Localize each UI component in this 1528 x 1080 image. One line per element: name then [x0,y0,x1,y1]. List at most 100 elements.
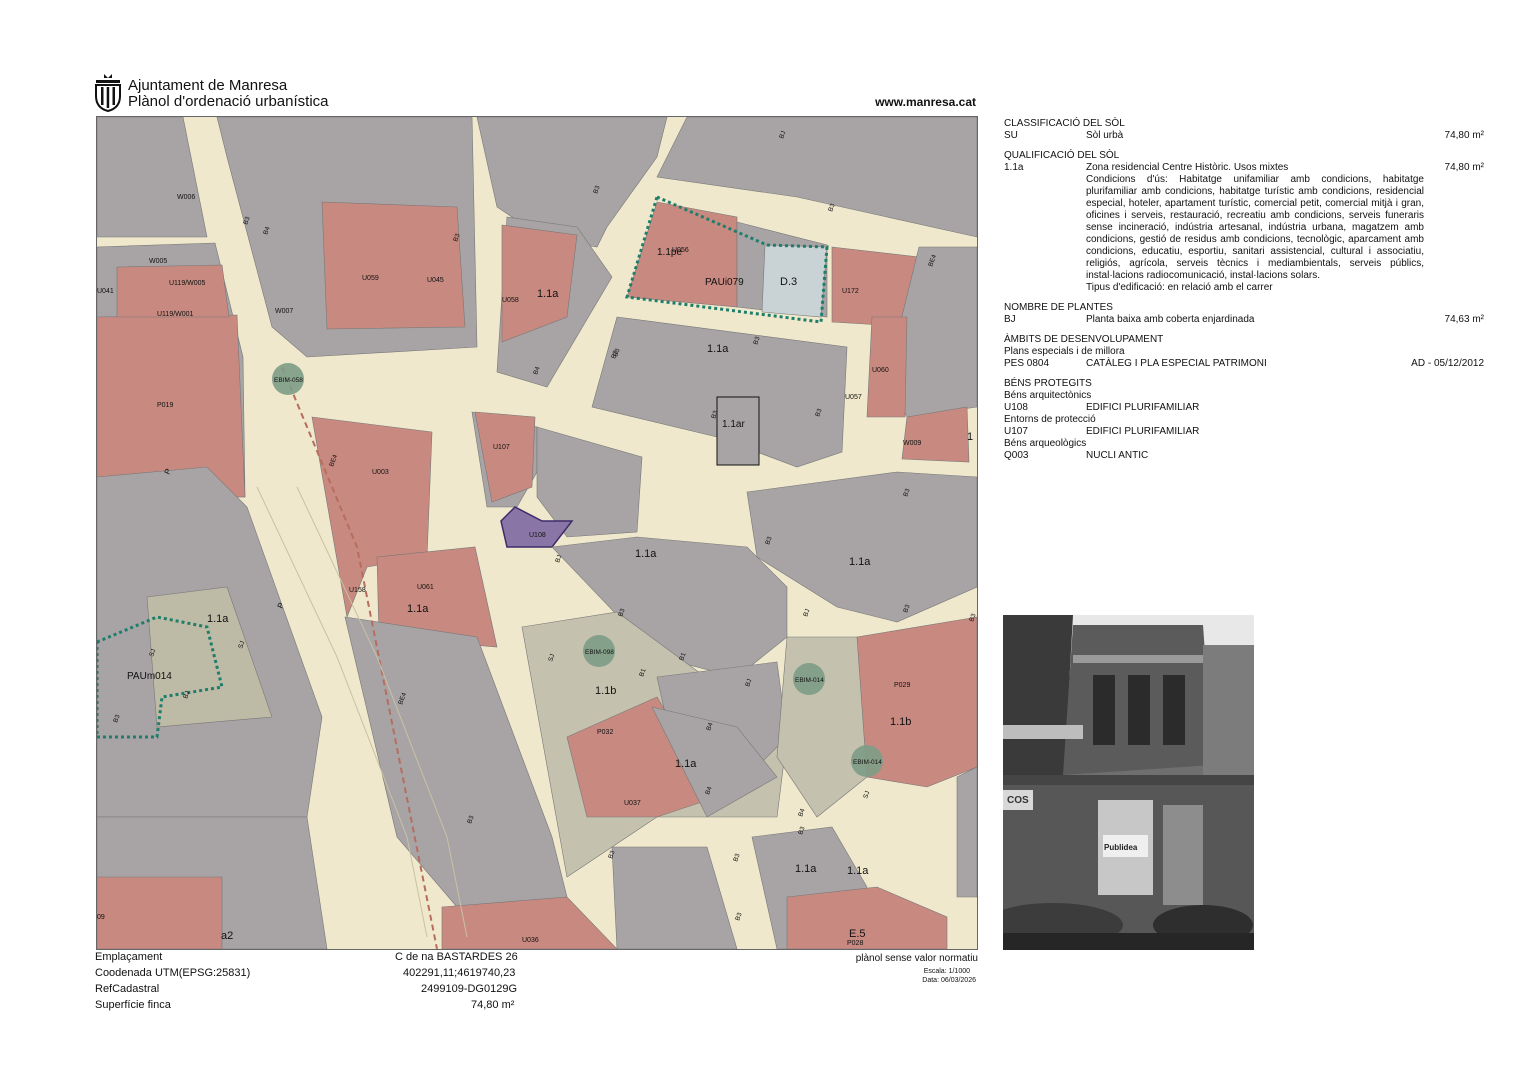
protected-building [321,201,466,330]
parcel-code: U158 [349,587,366,594]
description: Planta baixa amb coberta enjardinada [1086,314,1255,325]
equipment-label: EBIM-014 [795,677,824,684]
parcel-code: U036 [522,937,539,944]
section-title: QUALIFICACIÓ DEL SÒL [1004,150,1120,161]
code: PES 0804 [1004,358,1050,369]
zone-label: 1 [967,431,973,443]
edification-type: Tipus d'edificació: en relació amb el ca… [1086,282,1273,293]
zone-label: 1.1a [635,548,657,560]
city-seal-icon [95,74,121,112]
zone-label: 1.1b [890,716,911,728]
zone-label: E.5 [849,928,866,940]
zone-label: a2 [221,930,233,942]
plan-title: Plànol d'ordenació urbanística [128,93,329,110]
website-link[interactable]: www.manresa.cat [875,95,976,109]
zone-label: 1.1a [795,863,817,875]
protected-building [116,264,230,318]
parcel-code: U057 [845,394,862,401]
equipment-label: EBIM-098 [585,649,614,656]
disclaimer: plànol sense valor normatiu [855,953,978,964]
parcel-code: W007 [275,308,293,315]
area-value: 74,63 m² [1444,314,1484,325]
urban-planning-map[interactable]: EBIM-058 EBIM-098 EBIM-014 EBIM-014 1.1pe 1.… [96,116,978,950]
parcel-code: U041 [97,288,114,295]
description: CATÀLEG I PLA ESPECIAL PATRIMONI [1086,358,1267,369]
protected-building [97,876,223,949]
parcel-code: W009 [903,440,921,447]
header: Ajuntament de Manresa Plànol d'ordenació… [92,72,982,112]
org-name: Ajuntament de Manresa [128,77,288,94]
equipment-label: EBIM-058 [274,377,303,384]
group-subtitle: Béns arquitectònics [1004,390,1092,401]
footer-value-utm: 402291,11;4619740,23 [403,967,516,979]
protected-building [956,766,977,898]
zone-label: 1.1a [847,865,869,877]
photo-sign-publidea: Publidea [1104,843,1138,852]
area-value: 74,80 m² [1444,130,1484,141]
map-canvas[interactable]: EBIM-058EBIM-098EBIM-014EBIM-014 1.1pe1.… [97,117,977,949]
section-ambits: ÀMBITS DE DESENVOLUPAMENT Plans especial… [1004,334,1484,370]
building-photo: COS Publidea [1003,615,1254,950]
footer-value-location: C de na BASTARDES 26 [395,951,518,963]
description: EDIFICI PLURIFAMILIAR [1086,402,1200,413]
description: Zona residencial Centre Històric. Usos m… [1086,162,1289,173]
parcel-code: P028 [847,940,863,947]
section-plantes: NOMBRE DE PLANTES BJ Planta baixa amb co… [1004,302,1484,326]
parcel-code: U060 [872,367,889,374]
area-value: 74,80 m² [1444,162,1484,173]
scale: Escala: 1/1000 [923,968,970,975]
section-title: BÉNS PROTEGITS [1004,378,1092,389]
group-subtitle: Entorns de protecció [1004,414,1096,425]
info-panel: CLASSIFICACIÓ DEL SÒL SU Sòl urbà 74,80 … [1004,118,1484,470]
parcel-code: U056 [672,247,689,254]
zone-label: 1.1a [849,556,871,568]
section-bens: BÉNS PROTEGITS Béns arquitectònics U108 … [1004,378,1484,462]
section-title: NOMBRE DE PLANTES [1004,302,1113,313]
footer-label-cadastral: RefCadastral [95,983,160,995]
zone-label: 1.1b [595,685,616,697]
use-conditions: Condicions d'ús: Habitatge unifamiliar a… [1086,174,1424,281]
code: SU [1004,130,1018,141]
description: NUCLI ANTIC [1086,450,1149,461]
parcel-code: P019 [157,402,173,409]
section-title: CLASSIFICACIÓ DEL SÒL [1004,118,1125,129]
equipment-label: EBIM-014 [853,759,882,766]
parcel-code: U107 [493,444,510,451]
parcel-code: W005 [149,258,167,265]
approval-date: AD - 05/12/2012 [1411,358,1484,369]
section-classificacio: CLASSIFICACIÓ DEL SÒL SU Sòl urbà 74,80 … [1004,118,1484,142]
footer-value-cadastral: 2499109-DG0129G [421,983,518,995]
footer-value-area: 74,80 m² [471,999,515,1011]
zone-label: PAUm014 [127,671,172,682]
footer-label-location: Emplaçament [95,951,163,963]
zone-label: D.3 [780,276,797,288]
code: 1.1a [1004,162,1024,173]
parcel-code: P029 [894,682,910,689]
parcel-code: U058 [502,297,519,304]
code: U108 [1004,402,1028,413]
parcel-code: 09 [97,914,105,921]
parcel-code: U119/W005 [169,280,206,287]
section-title: ÀMBITS DE DESENVOLUPAMENT [1004,334,1164,345]
footer-label-utm: Coodenada UTM(EPSG:25831) [95,967,251,979]
parcel-code: W006 [177,194,195,201]
photo-sign-cos: COS [1007,795,1029,806]
zone-label: 1.1a [207,613,229,625]
parcel-code: U037 [624,800,641,807]
section-qualificacio: QUALIFICACIÓ DEL SÒL 1.1a Zona residenci… [1004,150,1484,294]
zone-label: PAUi079 [705,277,744,288]
zone-label: 1.1a [675,758,697,770]
code: BJ [1004,314,1016,325]
description: Sòl urbà [1086,130,1124,141]
zone-label: 1.1a [407,603,429,615]
parcel-code: U108 [529,532,546,539]
parcel-code: U119/W001 [157,311,194,318]
footer: Emplaçament C de na BASTARDES 26 Coodena… [95,951,980,1021]
parcel-code: U172 [842,288,859,295]
zone-label: 1.1a [537,288,559,300]
date: Data: 06/03/2026 [922,977,976,984]
parcel-code: P032 [597,729,613,736]
parcel-code: U003 [372,469,389,476]
group-subtitle: Béns arqueològics [1004,438,1087,449]
footer-label-area: Superfície finca [95,999,171,1011]
